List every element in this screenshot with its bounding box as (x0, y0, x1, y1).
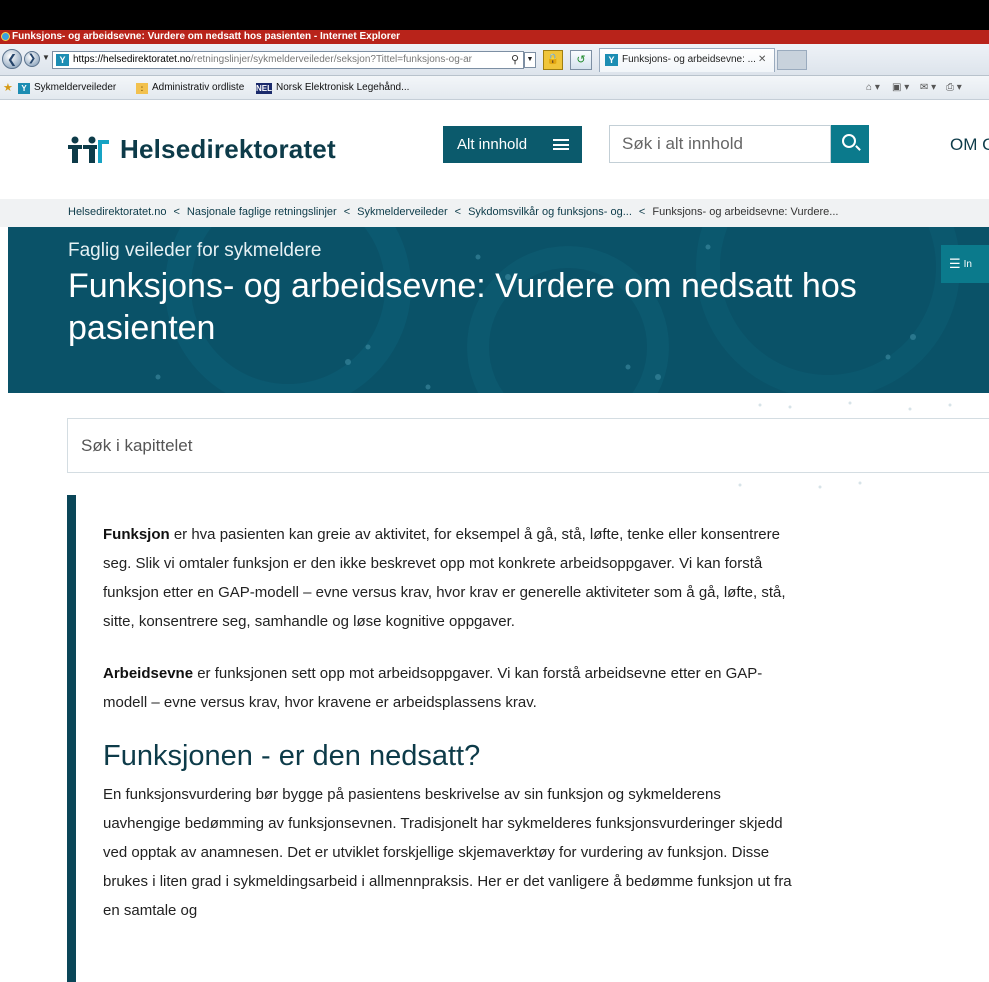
site-search-placeholder: Søk i alt innhold (622, 134, 743, 153)
address-dropdown-icon[interactable]: ▼ (524, 52, 536, 68)
term-arbeidsevne: Arbeidsevne (103, 665, 194, 682)
logo-text: Helsedirektoratet (120, 134, 336, 164)
paragraph-text: er hva pasienten kan greie av aktivitet,… (103, 526, 786, 630)
new-tab-button[interactable] (777, 50, 807, 70)
breadcrumb-separator: < (173, 206, 180, 218)
favorites-bar: ★ Y Sykmelderveileder : Administrativ ordl… (0, 76, 989, 100)
favorite-favicon-icon: Y (18, 83, 30, 94)
screen-top-strip (0, 0, 989, 30)
breadcrumb-separator: < (454, 206, 462, 218)
feeds-icon[interactable]: ▣ ▾ (892, 76, 909, 100)
table-of-contents-button[interactable]: ☰ In (941, 245, 989, 283)
article-content: Funksjon er hva pasienten kan greie av a… (103, 520, 793, 948)
address-bar[interactable]: Y https://helsedirektoratet.no/retningsl… (52, 51, 524, 69)
helsedirektoratet-logo-icon (68, 136, 109, 163)
site-search-button[interactable] (831, 125, 869, 163)
history-dropdown-icon[interactable]: ▼ (42, 53, 50, 62)
breadcrumb-item-retningslinjer[interactable]: Nasjonale faglige retningslinjer (187, 206, 337, 218)
breadcrumb-item-current: Funksjons- og arbeidsevne: Vurdere... (652, 206, 839, 218)
breadcrumb-separator: < (638, 206, 646, 218)
security-lock-icon[interactable]: 🔒 (543, 50, 563, 70)
address-search-icon[interactable]: ⚲ (508, 53, 522, 67)
term-funksjon: Funksjon (103, 526, 170, 543)
paragraph-arbeidsevne: Arbeidsevne er funksjonen sett opp mot a… (103, 659, 793, 717)
site-favicon-icon: Y (56, 54, 69, 66)
section-heading: Funksjonen - er den nedsatt? (103, 740, 481, 772)
mail-icon[interactable]: ✉ ▾ (920, 76, 936, 100)
paragraph-text: er funksjonen sett opp mot arbeidsoppgav… (103, 665, 763, 711)
toc-label: In (963, 259, 972, 270)
tab-title: Funksjons- og arbeidsevne: ... (622, 54, 756, 65)
tab-favicon-icon: Y (605, 54, 618, 66)
favorites-star-icon[interactable]: ★ (3, 76, 13, 100)
favorite-favicon-icon: NEL (256, 83, 272, 94)
favorite-label: Norsk Elektronisk Legehånd... (276, 82, 410, 93)
breadcrumb: Helsedirektoratet.no < Nasjonale faglige r… (0, 199, 989, 227)
browser-tab-active[interactable]: Y Funksjons- og arbeidsevne: ... (599, 48, 775, 72)
favorite-norsk-legehandbok[interactable]: NEL Norsk Elektronisk Legehånd... (256, 76, 409, 100)
content-accent-bar (67, 495, 76, 982)
hamburger-icon (553, 139, 569, 150)
ie-icon (1, 32, 10, 41)
page-hero: Faglig veileder for sykmeldere Funksjons… (8, 227, 989, 393)
favorite-label: Administrativ ordliste (152, 82, 245, 93)
print-icon[interactable]: ⎙ ▾ (946, 76, 962, 100)
paragraph-funksjonsvurdering: En funksjonsvurdering bør bygge på pasie… (103, 786, 792, 919)
list-icon: ☰ (949, 256, 961, 271)
refresh-button[interactable]: ↺ (570, 50, 592, 70)
favorite-favicon-icon: : (136, 83, 148, 94)
breadcrumb-separator: < (343, 206, 351, 218)
chapter-search-placeholder: Søk i kapittelet (81, 436, 193, 455)
address-path: /retningslinjer/sykmelderveileder/seksjo… (190, 54, 473, 65)
tab-close-icon[interactable]: ✕ (758, 54, 766, 65)
address-host: https://helsedirektoratet.no (73, 54, 191, 65)
breadcrumb-item-home[interactable]: Helsedirektoratet.no (68, 206, 166, 218)
alt-innhold-label: Alt innhold (457, 136, 528, 153)
breadcrumb-item-sykdomsvilkar[interactable]: Sykdomsvilkår og funksjons- og... (468, 206, 632, 218)
paragraph-funksjon: Funksjon er hva pasienten kan greie av a… (103, 520, 793, 636)
window-title: Funksjons- og arbeidsevne: Vurdere om ne… (12, 31, 401, 42)
home-icon[interactable]: ⌂ ▾ (866, 76, 880, 100)
om-link[interactable]: OM C (950, 135, 989, 155)
back-button[interactable]: ❮ (2, 49, 22, 69)
favorite-label: Sykmelderveileder (34, 82, 117, 93)
site-search-input[interactable]: Søk i alt innhold (609, 125, 831, 163)
hero-subtitle: Faglig veileder for sykmeldere (68, 240, 322, 261)
breadcrumb-item-sykmelderveileder[interactable]: Sykmelderveileder (357, 206, 447, 218)
browser-toolbar: ❮ ❯ ▼ Y https://helsedirektoratet.no/ret… (0, 44, 989, 76)
alt-innhold-button[interactable]: Alt innhold (443, 126, 582, 163)
window-titlebar: Funksjons- og arbeidsevne: Vurdere om ne… (0, 30, 989, 44)
favorite-administrativ-ordliste[interactable]: : Administrativ ordliste (136, 76, 244, 100)
page-title: Funksjons- og arbeidsevne: Vurdere om ne… (68, 267, 857, 347)
favorite-sykmelderveileder[interactable]: Y Sykmelderveileder (18, 76, 116, 100)
chapter-search-input[interactable]: Søk i kapittelet (67, 418, 989, 473)
search-icon (842, 134, 856, 148)
forward-button[interactable]: ❯ (24, 51, 40, 67)
